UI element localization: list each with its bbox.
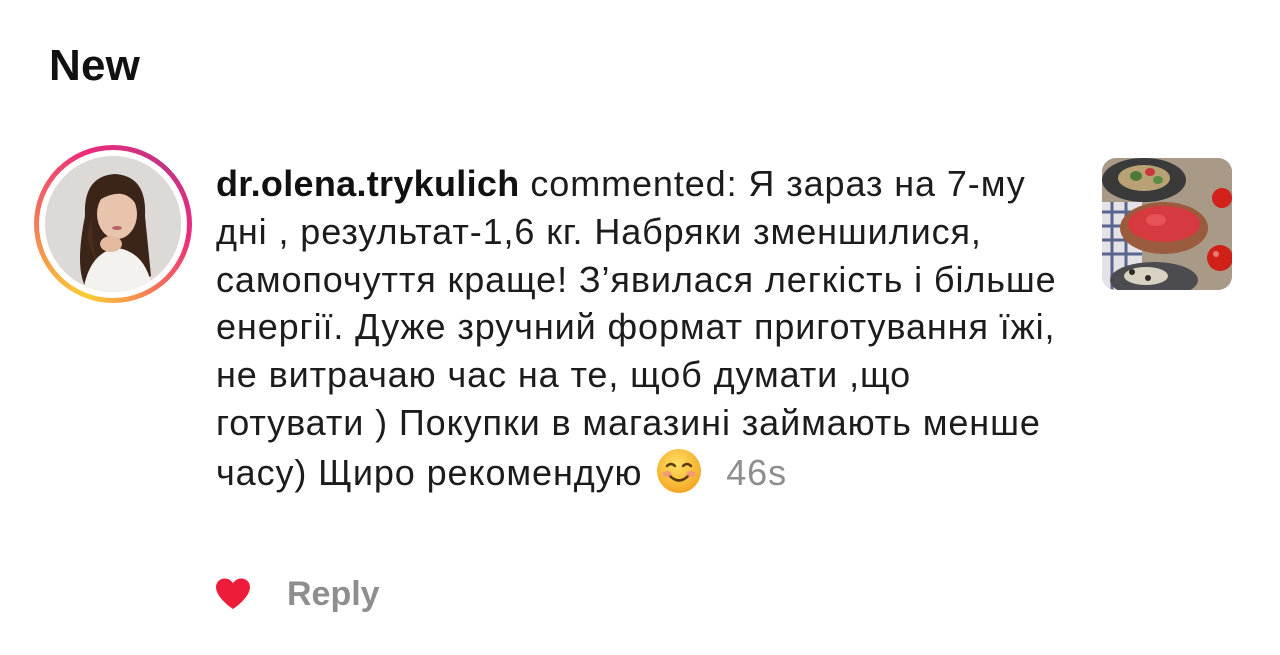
reply-button[interactable]: Reply xyxy=(287,575,380,614)
post-thumbnail-image xyxy=(1102,158,1232,290)
comment-username[interactable]: dr.olena.trykulich xyxy=(216,163,520,204)
avatar[interactable] xyxy=(45,156,181,292)
comment-text: Я зараз на 7-му дні , результат-1,6 кг. … xyxy=(216,163,1057,493)
comment-body: dr.olena.trykulich commented: Я зараз на… xyxy=(216,160,1066,497)
avatar-image xyxy=(45,156,181,292)
comment-actions: Reply xyxy=(214,572,380,616)
post-thumbnail[interactable] xyxy=(1102,158,1232,290)
smiling-face-icon xyxy=(655,447,703,495)
section-title: New xyxy=(49,41,141,90)
comment-timestamp: 46s xyxy=(726,451,788,493)
avatar-story-ring[interactable] xyxy=(34,145,192,303)
comment-action: commented: xyxy=(530,163,738,204)
heart-icon[interactable] xyxy=(214,577,252,611)
